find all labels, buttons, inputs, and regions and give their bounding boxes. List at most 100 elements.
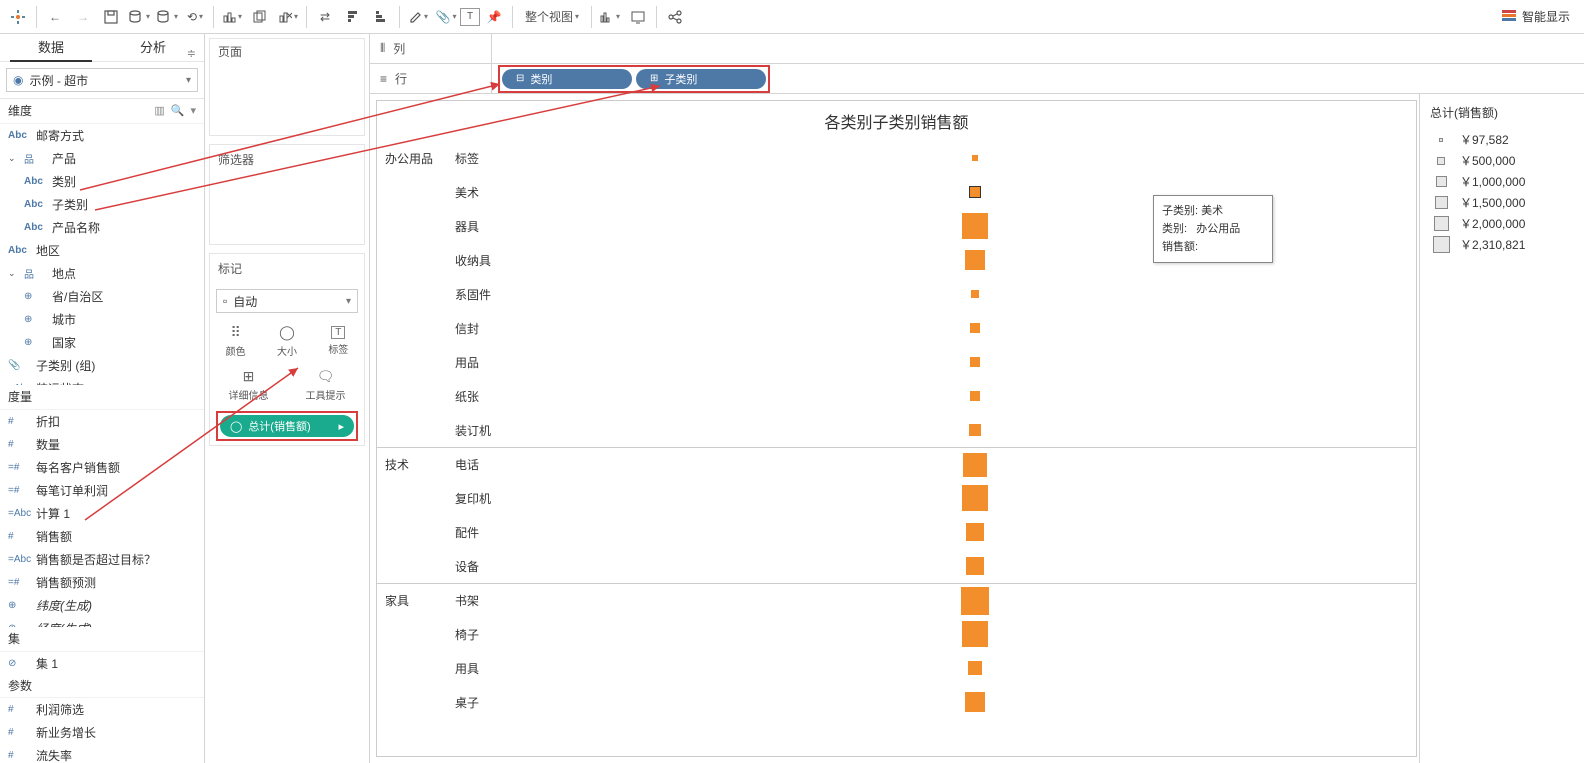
mark-cell[interactable] [533, 485, 1416, 511]
square-mark[interactable] [963, 453, 987, 477]
square-mark[interactable] [966, 523, 984, 541]
new-sheet-icon[interactable]: ▾ [218, 3, 246, 31]
auto-update-icon[interactable]: ⟲▾ [181, 3, 209, 31]
field-longitude[interactable]: ⊕经度(生成) [0, 617, 204, 627]
pill-category[interactable]: ⊟类别 [502, 69, 632, 89]
field-province[interactable]: ⊕省/自治区 [0, 285, 204, 308]
field-sales-per-customer[interactable]: =#每名客户销售额 [0, 456, 204, 479]
field-region[interactable]: Abc地区 [0, 239, 204, 262]
clear-sheet-icon[interactable]: ▾ [274, 3, 302, 31]
filters-card[interactable]: 筛选器 [209, 144, 365, 245]
mark-cell[interactable] [533, 661, 1416, 675]
menu-icon[interactable]: ▾ [190, 104, 196, 117]
highlight-icon[interactable]: ▾ [404, 3, 432, 31]
mark-cell[interactable] [533, 523, 1416, 541]
mark-cell[interactable] [533, 357, 1416, 367]
refresh-datasource-icon[interactable]: ▾ [153, 3, 181, 31]
save-icon[interactable] [97, 3, 125, 31]
field-sales-over-target[interactable]: =Abc销售额是否超过目标？ [0, 548, 204, 571]
tab-menu-icon[interactable]: ≑ [187, 40, 196, 68]
mark-color[interactable]: ⠿颜色 [210, 319, 261, 363]
square-mark[interactable] [970, 357, 980, 367]
field-quantity[interactable]: #数量 [0, 433, 204, 456]
field-set1[interactable]: ⊘集 1 [0, 652, 204, 674]
tab-data[interactable]: 数据 [0, 34, 102, 61]
field-product-name[interactable]: Abc产品名称 [0, 216, 204, 239]
mark-cell[interactable] [533, 213, 1416, 239]
attach-icon[interactable]: 📎▾ [432, 3, 460, 31]
mark-cell[interactable] [533, 587, 1416, 615]
logo-icon[interactable] [4, 3, 32, 31]
mark-cell[interactable] [533, 621, 1416, 647]
rows-shelf[interactable]: ≡行 ⊟类别 ⊞子类别 [370, 64, 1584, 94]
square-mark[interactable] [971, 290, 979, 298]
mark-cell[interactable] [533, 155, 1416, 161]
view-icon[interactable]: ▥ [154, 104, 164, 117]
columns-shelf[interactable]: ⦀列 [370, 34, 1584, 64]
pin-icon[interactable]: 📌 [480, 3, 508, 31]
mark-cell[interactable] [533, 250, 1416, 270]
mark-cell[interactable] [533, 187, 1416, 197]
field-churn[interactable]: #流失率 [0, 744, 204, 763]
show-cards-icon[interactable]: ▾ [596, 3, 624, 31]
field-profit-per-order[interactable]: =#每笔订单利润 [0, 479, 204, 502]
field-calc1[interactable]: =Abc计算 1 [0, 502, 204, 525]
fit-view-select[interactable]: 整个视图▾ [517, 3, 587, 31]
datasource-select[interactable]: ◉ 示例 - 超市 ▾ [6, 68, 198, 92]
field-discount[interactable]: #折扣 [0, 410, 204, 433]
mark-cell[interactable] [533, 323, 1416, 333]
field-subcat-group[interactable]: 📎子类别 (组) [0, 354, 204, 377]
field-sales[interactable]: #销售额 [0, 525, 204, 548]
field-sales-forecast[interactable]: =#销售额预测 [0, 571, 204, 594]
field-latitude[interactable]: ⊕纬度(生成) [0, 594, 204, 617]
mark-label[interactable]: T标签 [313, 319, 364, 363]
field-subcategory[interactable]: Abc子类别 [0, 193, 204, 216]
sort-desc-icon[interactable] [367, 3, 395, 31]
forward-icon[interactable]: → [69, 3, 97, 31]
field-location[interactable]: ⌄品地点 [0, 262, 204, 285]
square-mark[interactable] [962, 485, 988, 511]
field-country[interactable]: ⊕国家 [0, 331, 204, 354]
tab-analysis[interactable]: 分析≑ [102, 34, 204, 61]
search-icon[interactable]: 🔍 [171, 104, 185, 117]
square-mark[interactable] [962, 213, 988, 239]
square-mark[interactable] [969, 424, 981, 436]
square-mark[interactable] [972, 155, 978, 161]
mark-cell[interactable] [533, 692, 1416, 712]
text-label-icon[interactable]: T [460, 8, 480, 26]
mark-tooltip[interactable]: 🗨工具提示 [287, 363, 364, 407]
mark-cell[interactable] [533, 290, 1416, 298]
field-ship-status[interactable]: =Abc装运状态 [0, 377, 204, 386]
field-category[interactable]: Abc类别 [0, 170, 204, 193]
mark-size[interactable]: ◯大小 [261, 319, 312, 363]
square-mark[interactable] [962, 621, 988, 647]
square-mark[interactable] [970, 323, 980, 333]
mark-type-select[interactable]: ▫自动▾ [216, 289, 358, 313]
mark-detail[interactable]: ⊞详细信息 [210, 363, 287, 407]
field-profit-filter[interactable]: #利润筛选 [0, 698, 204, 721]
duplicate-sheet-icon[interactable] [246, 3, 274, 31]
square-mark[interactable] [966, 557, 984, 575]
field-product[interactable]: ⌄品产品 [0, 147, 204, 170]
mark-cell[interactable] [533, 424, 1416, 436]
mark-cell[interactable] [533, 453, 1416, 477]
sort-asc-icon[interactable] [339, 3, 367, 31]
swap-icon[interactable]: ⇄ [311, 3, 339, 31]
show-me-button[interactable]: 智能显示 [1492, 8, 1580, 25]
field-biz-growth[interactable]: #新业务增长 [0, 721, 204, 744]
field-ship-mode[interactable]: Abc邮寄方式 [0, 124, 204, 147]
size-pill[interactable]: ◯总计(销售额)▸ [220, 415, 354, 437]
square-mark[interactable] [970, 391, 980, 401]
mark-cell[interactable] [533, 557, 1416, 575]
new-datasource-icon[interactable]: ▾ [125, 3, 153, 31]
back-icon[interactable]: ← [41, 3, 69, 31]
square-mark[interactable] [965, 250, 985, 270]
viz-canvas[interactable]: 各类别子类别销售额 办公用品标签美术器具收纳具系固件信封用品纸张装订机技术电话复… [376, 100, 1417, 757]
square-mark[interactable] [965, 692, 985, 712]
pill-subcategory[interactable]: ⊞子类别 [636, 69, 766, 89]
pages-card[interactable]: 页面 [209, 38, 365, 136]
square-mark[interactable] [968, 661, 982, 675]
presentation-icon[interactable] [624, 3, 652, 31]
square-mark[interactable] [970, 187, 980, 197]
field-city[interactable]: ⊕城市 [0, 308, 204, 331]
